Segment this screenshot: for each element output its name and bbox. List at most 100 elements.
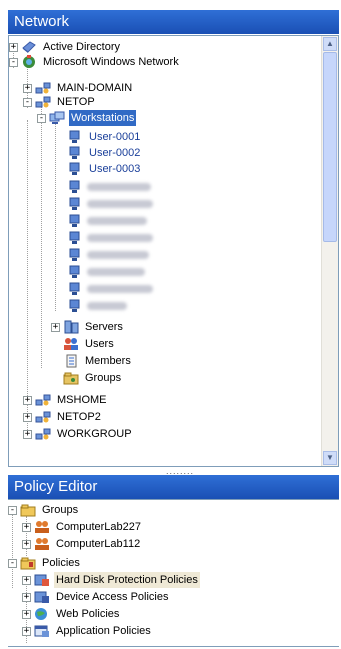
computer-icon [69, 130, 80, 143]
network-tree-scrollbar[interactable]: ▲ ▼ [321, 36, 338, 466]
computer-icon [69, 265, 80, 278]
expand-toggle[interactable]: + [23, 412, 32, 422]
expand-toggle[interactable]: + [23, 395, 32, 405]
domain-icon [35, 82, 51, 94]
collapse-toggle[interactable]: - [8, 505, 17, 515]
tree-node-netop[interactable]: - NETOP [23, 94, 97, 110]
collapse-toggle[interactable]: - [9, 57, 18, 67]
collapse-toggle[interactable]: - [23, 97, 32, 107]
policy-tree[interactable]: - Groups + ComputerLab227 + ComputerLab1… [8, 499, 339, 647]
network-tree[interactable]: + Active Directory - Microsoft Windows N… [8, 35, 339, 467]
tree-node-label: Servers [85, 321, 123, 333]
web-policy-icon [35, 608, 47, 620]
tree-node-user-0002[interactable]: User-0002 [67, 145, 142, 161]
tree-node-label: Active Directory [43, 41, 121, 53]
tree-node-active-directory[interactable]: + Active Directory [9, 39, 122, 55]
expand-toggle[interactable]: + [22, 626, 31, 636]
computer-icon [69, 162, 80, 175]
tree-node-label: MSHOME [57, 394, 107, 406]
tree-node-computerlab112[interactable]: + ComputerLab112 [22, 536, 142, 552]
network-panel-title: Network [14, 13, 70, 30]
windows-network-icon [23, 55, 35, 68]
expand-toggle[interactable]: + [22, 575, 31, 585]
tree-node-groups[interactable]: Groups [63, 370, 123, 386]
computer-icon [69, 248, 80, 261]
policies-folder-icon [20, 557, 36, 570]
tree-node-hard-disk-protection-policies[interactable]: + Hard Disk Protection Policies [22, 572, 200, 588]
tree-node-servers[interactable]: + Servers [51, 319, 125, 335]
redacted-label [87, 234, 153, 242]
expand-toggle[interactable]: + [22, 609, 31, 619]
tree-node-label: Web Policies [56, 608, 120, 620]
computer-icon [69, 282, 80, 295]
tree-node-user-0003[interactable]: User-0003 [67, 161, 142, 177]
device-policy-icon [34, 591, 49, 603]
tree-node-label: Groups [85, 372, 122, 384]
tree-node-redacted-computer[interactable] [67, 213, 147, 229]
tree-node-label: Members [85, 355, 131, 367]
scroll-down-button[interactable]: ▼ [323, 451, 337, 465]
tree-node-groups-folder[interactable]: - Groups [8, 502, 80, 518]
tree-node-redacted-computer[interactable] [67, 281, 153, 297]
members-icon [66, 354, 77, 368]
tree-node-label: Application Policies [56, 625, 151, 637]
tree-node-redacted-computer[interactable] [67, 179, 151, 195]
tree-node-web-policies[interactable]: + Web Policies [22, 606, 121, 622]
redacted-label [87, 285, 153, 293]
tree-node-policies-folder[interactable]: - Policies [8, 555, 82, 571]
tree-node-users[interactable]: Users [63, 336, 116, 352]
tree-node-microsoft-windows-network[interactable]: - Microsoft Windows Network [9, 54, 181, 70]
redacted-label [87, 217, 147, 225]
tree-node-label: NETOP [57, 96, 95, 108]
tree-node-workstations[interactable]: - Workstations [37, 110, 137, 126]
expand-toggle[interactable]: + [51, 322, 60, 332]
expand-toggle[interactable]: + [23, 83, 32, 93]
collapse-toggle[interactable]: - [8, 558, 17, 568]
computer-icon [69, 231, 80, 244]
tree-node-label: Users [85, 338, 114, 350]
tree-node-label: NETOP2 [57, 411, 101, 423]
tree-node-netop2[interactable]: + NETOP2 [23, 409, 103, 425]
domain-icon [35, 96, 51, 108]
tree-node-redacted-computer[interactable] [67, 196, 153, 212]
tree-node-label: User-0001 [89, 131, 141, 143]
tree-node-application-policies[interactable]: + Application Policies [22, 623, 153, 639]
tree-node-mshome[interactable]: + MSHOME [23, 392, 109, 408]
tree-node-workgroup[interactable]: + WORKGROUP [23, 426, 134, 442]
computer-icon [69, 299, 80, 312]
tree-node-members[interactable]: Members [63, 353, 133, 369]
redacted-label [87, 183, 151, 191]
expand-toggle[interactable]: + [23, 429, 32, 439]
redacted-label [87, 268, 145, 276]
redacted-label [87, 200, 153, 208]
tree-node-redacted-computer[interactable] [67, 264, 145, 280]
collapse-toggle[interactable]: - [37, 113, 46, 123]
active-directory-icon [22, 41, 36, 53]
tree-node-label: ComputerLab227 [56, 521, 142, 533]
tree-node-label: Groups [42, 504, 79, 516]
tree-node-computerlab227[interactable]: + ComputerLab227 [22, 519, 143, 535]
tree-node-device-access-policies[interactable]: + Device Access Policies [22, 589, 171, 605]
expand-toggle[interactable]: + [22, 592, 31, 602]
application-policy-icon [34, 625, 49, 637]
tree-node-label: Workstations [69, 110, 137, 126]
tree-node-label: Device Access Policies [56, 591, 169, 603]
computer-icon [69, 214, 80, 227]
scroll-thumb[interactable] [323, 52, 337, 242]
tree-node-redacted-computer[interactable] [67, 247, 149, 263]
tree-node-redacted-computer[interactable] [67, 230, 153, 246]
expand-toggle[interactable]: + [9, 42, 18, 52]
group-icon [35, 538, 49, 550]
scroll-up-button[interactable]: ▲ [323, 37, 337, 51]
tree-node-label: Microsoft Windows Network [43, 56, 179, 68]
expand-toggle[interactable]: + [22, 539, 31, 549]
tree-node-redacted-computer[interactable] [67, 298, 127, 314]
expand-toggle[interactable]: + [22, 522, 31, 532]
computer-icon [69, 180, 80, 193]
tree-node-label: Hard Disk Protection Policies [54, 572, 200, 588]
tree-node-user-0001[interactable]: User-0001 [67, 129, 142, 145]
tree-node-label: ComputerLab112 [56, 538, 141, 550]
hard-disk-policy-icon [34, 574, 49, 586]
domain-icon [35, 411, 51, 423]
policy-panel-title: Policy Editor [14, 478, 98, 495]
